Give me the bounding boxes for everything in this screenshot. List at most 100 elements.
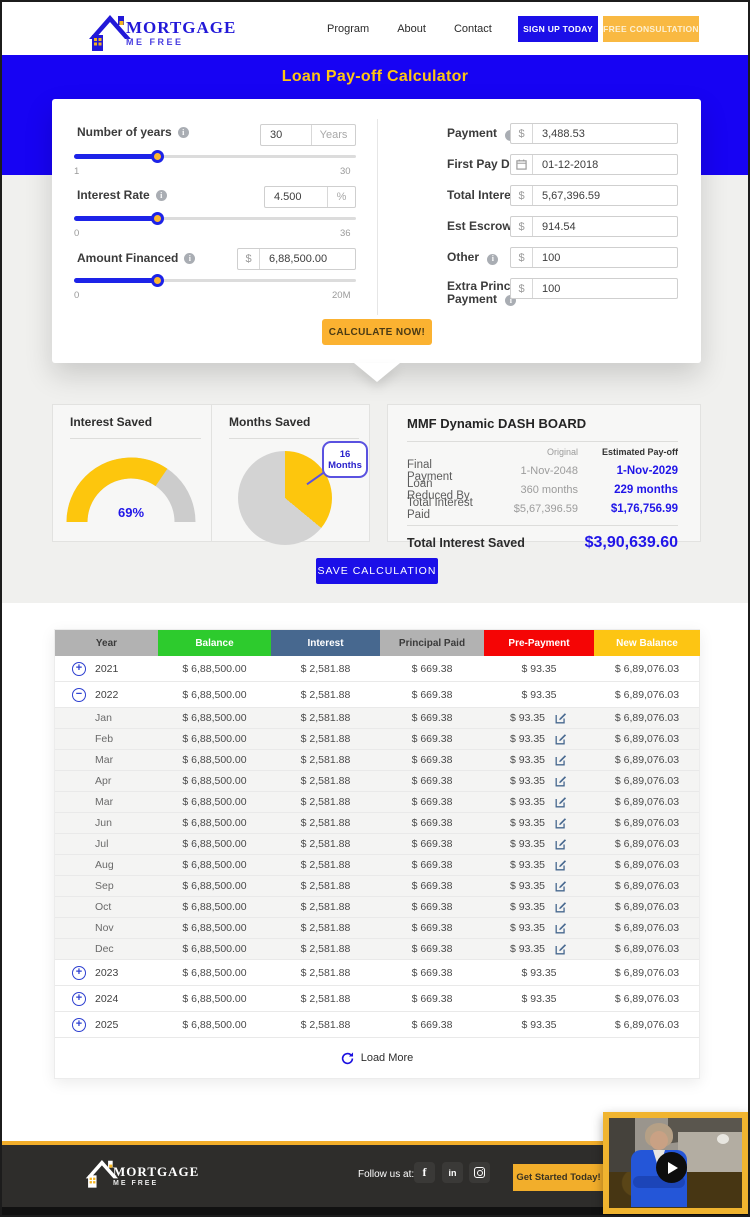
col-estimated: Estimated Pay-off (578, 447, 678, 457)
dashboard-card: MMF Dynamic DASH BOARD Original Estimate… (387, 404, 701, 542)
calculate-now-button[interactable]: CALCULATE NOW! (322, 319, 432, 345)
slider-max: 36 (340, 228, 351, 239)
balance-value: $ 6,88,500.00 (182, 796, 246, 808)
edit-prepayment-icon[interactable] (554, 711, 568, 725)
get-started-button[interactable]: Get Started Today! (513, 1164, 604, 1191)
interest-value: $ 2,581.88 (301, 880, 351, 892)
amount-value[interactable]: 6,88,500.00 (260, 253, 355, 265)
balance-value: $ 6,88,500.00 (182, 1019, 246, 1031)
instagram-icon[interactable] (469, 1162, 490, 1183)
other-input[interactable]: $ 100 (510, 247, 678, 268)
collapse-year-icon[interactable]: − (72, 688, 86, 702)
amount-slider[interactable] (74, 274, 356, 287)
total-value: $3,90,639.60 (585, 534, 678, 552)
footer-logo[interactable]: MORTGAGE ME FREE (85, 1155, 199, 1193)
row-estimated: 229 months (578, 484, 678, 496)
amount-input[interactable]: $ 6,88,500.00 (237, 248, 356, 270)
prepayment-value: $ 93.35 (521, 993, 556, 1005)
est-escrow-value[interactable]: 914.54 (533, 221, 677, 233)
first-pay-date-input[interactable]: 01-12-2018 (510, 154, 678, 175)
total-interest-value[interactable]: 5,67,396.59 (533, 190, 677, 202)
year-row: +2023$ 6,88,500.00$ 2,581.88$ 669.38$ 93… (55, 960, 699, 986)
field-label-other: Other (447, 250, 479, 264)
facebook-icon[interactable]: f (414, 1162, 435, 1183)
years-value[interactable]: 30 (261, 129, 311, 141)
row-period-label: 2025 (95, 1019, 118, 1031)
expand-year-icon[interactable]: + (72, 662, 86, 676)
balance-value: $ 6,88,500.00 (182, 993, 246, 1005)
edit-prepayment-icon[interactable] (554, 816, 568, 830)
nav-item-contact[interactable]: Contact (454, 23, 492, 35)
nav-item-about[interactable]: About (397, 23, 426, 35)
prepayment-value: $ 93.35 (510, 754, 545, 766)
edit-prepayment-icon[interactable] (554, 879, 568, 893)
col-interest: Interest (271, 630, 380, 656)
balance-value: $ 6,88,500.00 (182, 775, 246, 787)
row-period-label: Dec (95, 943, 114, 955)
expand-year-icon[interactable]: + (72, 1018, 86, 1032)
expand-year-icon[interactable]: + (72, 992, 86, 1006)
principal-value: $ 669.38 (412, 663, 453, 675)
slider-handle[interactable] (151, 150, 164, 163)
edit-icon (554, 732, 568, 746)
years-slider[interactable] (74, 150, 356, 163)
month-row: Apr$ 6,88,500.00$ 2,581.88$ 669.38$ 93.3… (55, 771, 699, 792)
years-input[interactable]: 30 Years (260, 124, 356, 146)
edit-prepayment-icon[interactable] (554, 921, 568, 935)
est-escrow-input[interactable]: $ 914.54 (510, 216, 678, 237)
field-label-payment: Payment (447, 126, 497, 140)
edit-prepayment-icon[interactable] (554, 753, 568, 767)
rate-value[interactable]: 4.500 (265, 191, 327, 203)
info-icon[interactable]: i (487, 254, 498, 265)
payment-value[interactable]: 3,488.53 (533, 128, 677, 140)
new-balance-value: $ 6,89,076.03 (615, 943, 679, 955)
edit-prepayment-icon[interactable] (554, 774, 568, 788)
row-period-label: Mar (95, 796, 113, 808)
sign-up-button[interactable]: SIGN UP TODAY (518, 16, 598, 42)
interest-value: $ 2,581.88 (301, 775, 351, 787)
months-saved-panel: Months Saved 16 Months (211, 405, 369, 541)
gauge-value-label: 69% (66, 505, 196, 520)
dollar-prefix: $ (511, 248, 533, 267)
linkedin-icon[interactable]: in (442, 1162, 463, 1183)
edit-prepayment-icon[interactable] (554, 900, 568, 914)
rate-slider[interactable] (74, 212, 356, 225)
save-calculation-button[interactable]: SAVE CALCULATION (316, 558, 438, 584)
edit-prepayment-icon[interactable] (554, 732, 568, 746)
prepayment-value: $ 93.35 (510, 796, 545, 808)
nav-item-program[interactable]: Program (327, 23, 369, 35)
logo-title: MORTGAGE (126, 19, 236, 36)
info-icon[interactable]: i (184, 253, 195, 264)
info-icon[interactable]: i (178, 127, 189, 138)
year-row: +2024$ 6,88,500.00$ 2,581.88$ 669.38$ 93… (55, 986, 699, 1012)
load-more-label[interactable]: Load More (361, 1052, 414, 1064)
expand-year-icon[interactable]: + (72, 966, 86, 980)
slider-handle[interactable] (151, 274, 164, 287)
payment-input[interactable]: $ 3,488.53 (510, 123, 678, 144)
month-row: Jun$ 6,88,500.00$ 2,581.88$ 669.38$ 93.3… (55, 813, 699, 834)
total-interest-input[interactable]: $ 5,67,396.59 (510, 185, 678, 206)
edit-prepayment-icon[interactable] (554, 858, 568, 872)
slider-fill (74, 216, 157, 221)
slider-handle[interactable] (151, 212, 164, 225)
callout-unit: Months (328, 460, 362, 471)
first-pay-date-value[interactable]: 01-12-2018 (533, 159, 677, 171)
play-button-icon[interactable] (656, 1152, 687, 1183)
free-consultation-button[interactable]: FREE CONSULTATION (603, 16, 699, 42)
row-period-label: Jun (95, 817, 112, 829)
brand-logo[interactable]: MORTGAGE ME FREE (88, 9, 236, 51)
other-value[interactable]: 100 (533, 252, 677, 264)
edit-prepayment-icon[interactable] (554, 942, 568, 956)
extra-principal-input[interactable]: $ 100 (510, 278, 678, 299)
video-thumbnail[interactable] (603, 1112, 748, 1214)
new-balance-value: $ 6,89,076.03 (615, 796, 679, 808)
edit-prepayment-icon[interactable] (554, 795, 568, 809)
principal-value: $ 669.38 (412, 754, 453, 766)
load-more-button[interactable]: Load More (55, 1038, 699, 1078)
principal-value: $ 669.38 (412, 838, 453, 850)
extra-principal-value[interactable]: 100 (533, 283, 677, 295)
page-title: Loan Pay-off Calculator (2, 68, 748, 86)
rate-input[interactable]: 4.500 % (264, 186, 356, 208)
info-icon[interactable]: i (156, 190, 167, 201)
edit-prepayment-icon[interactable] (554, 837, 568, 851)
